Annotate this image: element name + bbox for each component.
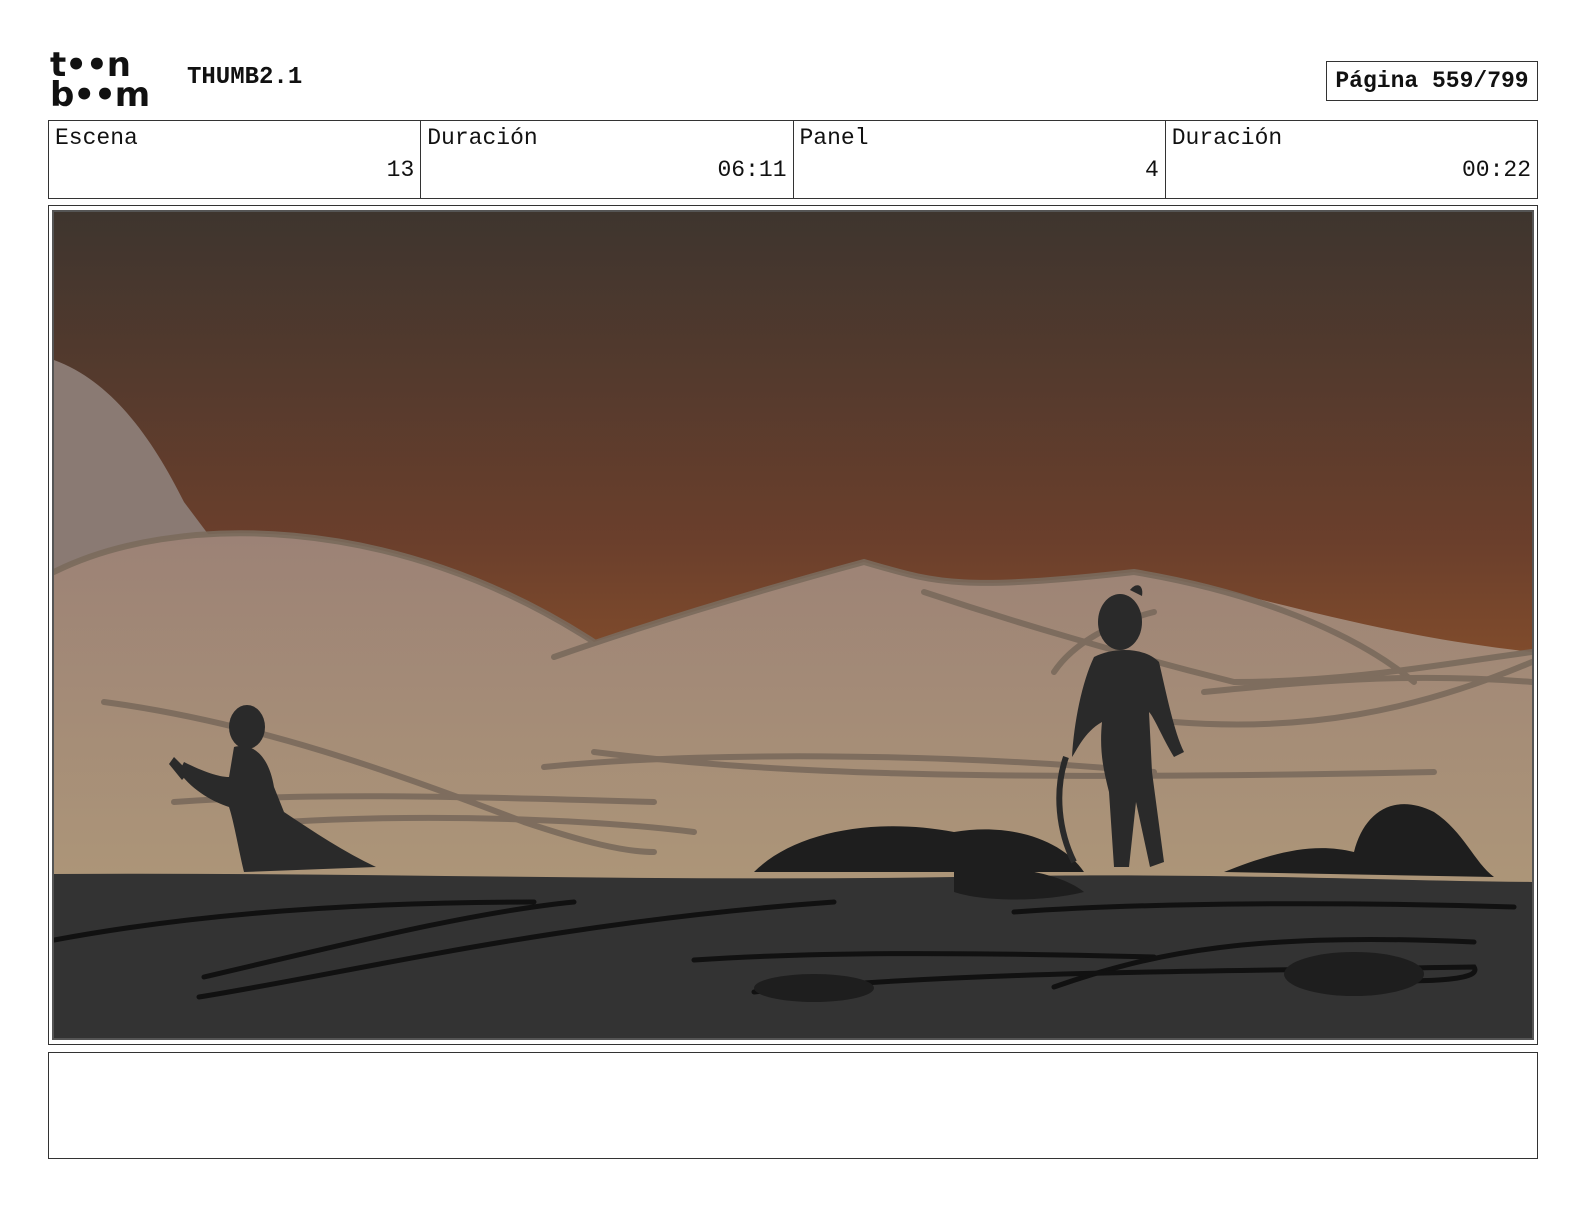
scene-cell: Escena 13: [49, 121, 422, 198]
scene-label: Escena: [55, 125, 138, 151]
scene-info-table: Escena 13 Duración 06:11 Panel 4 Duració…: [48, 120, 1538, 199]
document-title: THUMB2.1: [187, 64, 303, 91]
panel-cell: Panel 4: [794, 121, 1166, 198]
scene-duration-value: 06:11: [717, 157, 787, 183]
panel-duration-label: Duración: [1171, 125, 1283, 151]
page-number: Página 559/799: [1335, 68, 1529, 94]
notes-box: [48, 1052, 1538, 1159]
toonboom-logo: t••n b••m: [50, 48, 168, 115]
panel-duration-value: 00:22: [1461, 157, 1531, 183]
storyboard-drawing: [54, 212, 1532, 1038]
storyboard-panel-image: [52, 210, 1534, 1040]
panel-duration-cell: Duración 00:22: [1166, 121, 1537, 198]
panel-label: Panel: [799, 125, 869, 151]
panel-value: 4: [1144, 157, 1159, 183]
scene-duration-cell: Duración 06:11: [421, 121, 794, 198]
logo-line-2: b••m: [50, 75, 150, 115]
scene-duration-label: Duración: [427, 125, 538, 151]
scene-value: 13: [386, 157, 415, 183]
page-number-box: Página 559/799: [1326, 61, 1538, 101]
